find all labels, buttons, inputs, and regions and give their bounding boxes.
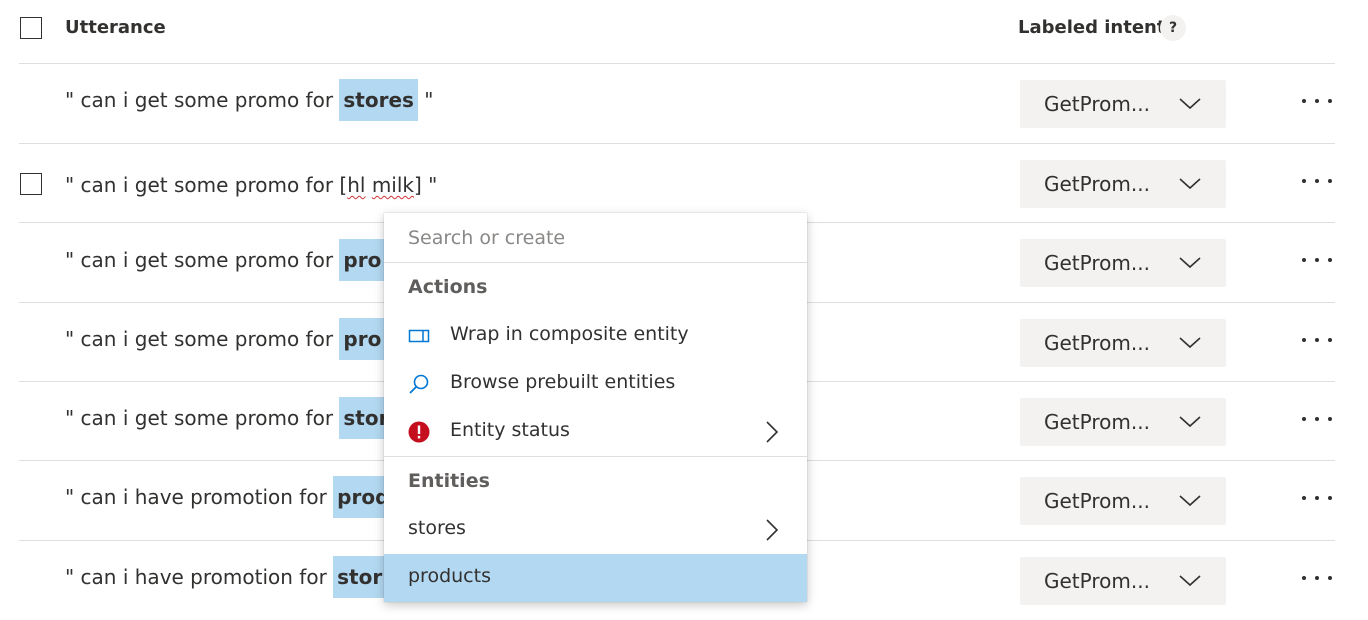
intent-dropdown[interactable]: GetProm... (1020, 398, 1226, 446)
utterance-text[interactable]: " can i have promotion for stor (65, 556, 387, 598)
labeled-intent-column-header[interactable]: Labeled intent (1018, 17, 1165, 38)
more-options-icon[interactable] (1300, 496, 1336, 508)
error-status-icon (408, 421, 430, 443)
chevron-down-icon (1179, 495, 1201, 507)
intent-dropdown[interactable]: GetProm... (1020, 557, 1226, 605)
intent-dropdown[interactable]: GetProm... (1020, 319, 1226, 367)
entities-heading: Entities (408, 470, 490, 492)
entity-label[interactable]: pro (339, 239, 386, 281)
more-options-icon[interactable] (1300, 179, 1336, 191)
chevron-down-icon (1179, 416, 1201, 428)
more-options-icon[interactable] (1300, 576, 1336, 588)
intent-dropdown[interactable]: GetProm... (1020, 477, 1226, 525)
composite-entity-icon (408, 329, 430, 343)
chevron-right-icon (766, 421, 779, 443)
menu-item-wrap-composite[interactable]: Wrap in composite entity (384, 312, 807, 360)
entity-context-menu: Search or create Actions Wrap in composi… (384, 213, 807, 602)
menu-item-entity-status[interactable]: Entity status (384, 408, 807, 456)
more-options-icon[interactable] (1300, 99, 1336, 111)
chevron-right-icon (766, 519, 779, 541)
menu-divider (384, 262, 807, 263)
utterance-column-header[interactable]: Utterance (65, 17, 166, 38)
menu-item-browse-prebuilt[interactable]: Browse prebuilt entities (384, 360, 807, 408)
intent-dropdown[interactable]: GetProm... (1020, 239, 1226, 287)
select-all-checkbox[interactable] (20, 17, 42, 39)
intent-dropdown[interactable]: GetProm... (1020, 80, 1226, 128)
actions-heading: Actions (408, 276, 488, 298)
table-header: Utterance Labeled intent ? (0, 0, 1368, 60)
search-icon (409, 374, 429, 394)
chevron-down-icon (1179, 98, 1201, 110)
more-options-icon[interactable] (1300, 258, 1336, 270)
utterance-text[interactable]: " can i get some promo for [hl milk] " (65, 164, 437, 206)
utterance-text[interactable]: " can i have promotion for prod (65, 476, 394, 518)
menu-item-entity-stores[interactable]: stores (384, 506, 807, 554)
entity-label-stores[interactable]: stores (339, 79, 418, 121)
more-options-icon[interactable] (1300, 417, 1336, 429)
utterance-text[interactable]: " can i get some promo for stores " (65, 79, 434, 121)
chevron-down-icon (1179, 257, 1201, 269)
menu-divider (384, 456, 807, 457)
table-row[interactable]: " can i get some promo for [hl milk] " G… (0, 144, 1368, 223)
entity-search-input[interactable]: Search or create (408, 227, 565, 249)
intent-dropdown[interactable]: GetProm... (1020, 160, 1226, 208)
menu-item-entity-products[interactable]: products (384, 554, 807, 602)
utterance-text[interactable]: " can i get some promo for pro (65, 239, 386, 281)
chevron-down-icon (1179, 337, 1201, 349)
chevron-down-icon (1179, 178, 1201, 190)
chevron-down-icon (1179, 575, 1201, 587)
row-checkbox[interactable] (20, 173, 42, 195)
utterance-text[interactable]: " can i get some promo for pro (65, 318, 386, 360)
table-row[interactable]: " can i get some promo for stores " GetP… (0, 64, 1368, 143)
help-icon[interactable]: ? (1160, 15, 1186, 41)
entity-label[interactable]: pro (339, 318, 386, 360)
utterance-text[interactable]: " can i get some promo for stor (65, 397, 393, 439)
more-options-icon[interactable] (1300, 338, 1336, 350)
entity-label[interactable]: stor (333, 556, 387, 598)
